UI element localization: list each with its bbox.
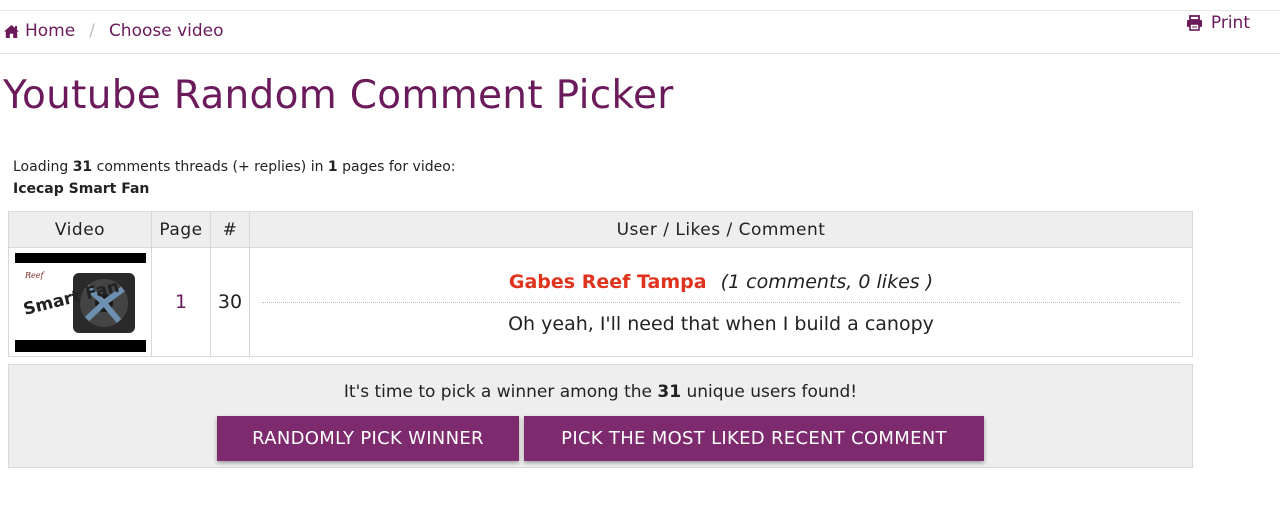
comments-table: Video Page # User / Likes / Comment Reef… [8,211,1193,357]
loading-middle: comments threads (+ replies) in [92,159,328,175]
breadcrumb-bar: Home / Choose video Print [0,11,1280,54]
comment-username[interactable]: Gabes Reef Tampa [509,271,707,293]
loading-prefix: Loading [13,159,73,175]
winner-prompt: It's time to pick a winner among the 31 … [9,382,1192,402]
dotted-divider [262,302,1180,303]
breadcrumb-choose-video-link[interactable]: Choose video [109,21,224,41]
breadcrumb-separator: / [89,21,95,41]
row-comment-cell: Gabes Reef Tampa (1 comments, 0 likes ) … [249,247,1193,357]
home-icon [4,24,19,38]
random-pick-winner-button[interactable]: RANDOMLY PICK WINNER [217,416,519,461]
print-link[interactable]: Print [1186,13,1250,33]
comment-text: Oh yeah, I'll need that when I build a c… [508,313,934,335]
svg-text:Reef: Reef [24,271,45,280]
breadcrumb-home-label: Home [25,21,76,41]
comment-header: Gabes Reef Tampa (1 comments, 0 likes ) [250,269,1192,293]
winner-prefix: It's time to pick a winner among the [343,382,658,402]
winner-suffix: unique users found! [681,382,858,402]
pick-most-liked-button[interactable]: PICK THE MOST LIKED RECENT COMMENT [524,416,984,461]
header-number: # [210,211,250,248]
print-label: Print [1210,13,1250,33]
video-thumbnail[interactable]: Reef Smart Fan [14,252,146,352]
row-page[interactable]: 1 [151,247,211,357]
page-count: 1 [327,159,338,175]
loading-suffix: pages for video: [337,159,456,175]
video-thumbnail-cell: Reef Smart Fan [8,247,152,357]
breadcrumb: Home / Choose video [3,21,224,41]
page-title: Youtube Random Comment Picker [3,73,674,118]
table-header-row: Video Page # User / Likes / Comment [8,211,1193,248]
header-video: Video [8,211,152,248]
thumbnail-frame: Reef Smart Fan [14,262,146,340]
row-number: 30 [210,247,250,357]
unique-user-count: 31 [657,382,682,402]
video-title: Icecap Smart Fan [13,181,150,197]
fan-image: Reef Smart Fan [21,268,135,333]
winner-panel: It's time to pick a winner among the 31 … [8,364,1193,468]
breadcrumb-home-link[interactable]: Home [3,21,75,41]
loading-status: Loading 31 comments threads (+ replies) … [13,159,456,175]
printer-icon [1186,15,1202,31]
thread-count: 31 [72,159,93,175]
header-page: Page [151,211,211,248]
comment-meta: (1 comments, 0 likes ) [720,271,934,293]
header-user-comment: User / Likes / Comment [249,211,1193,248]
table-row: Reef Smart Fan 1 30 Gabes Reef Tampa (1 … [8,247,1193,357]
